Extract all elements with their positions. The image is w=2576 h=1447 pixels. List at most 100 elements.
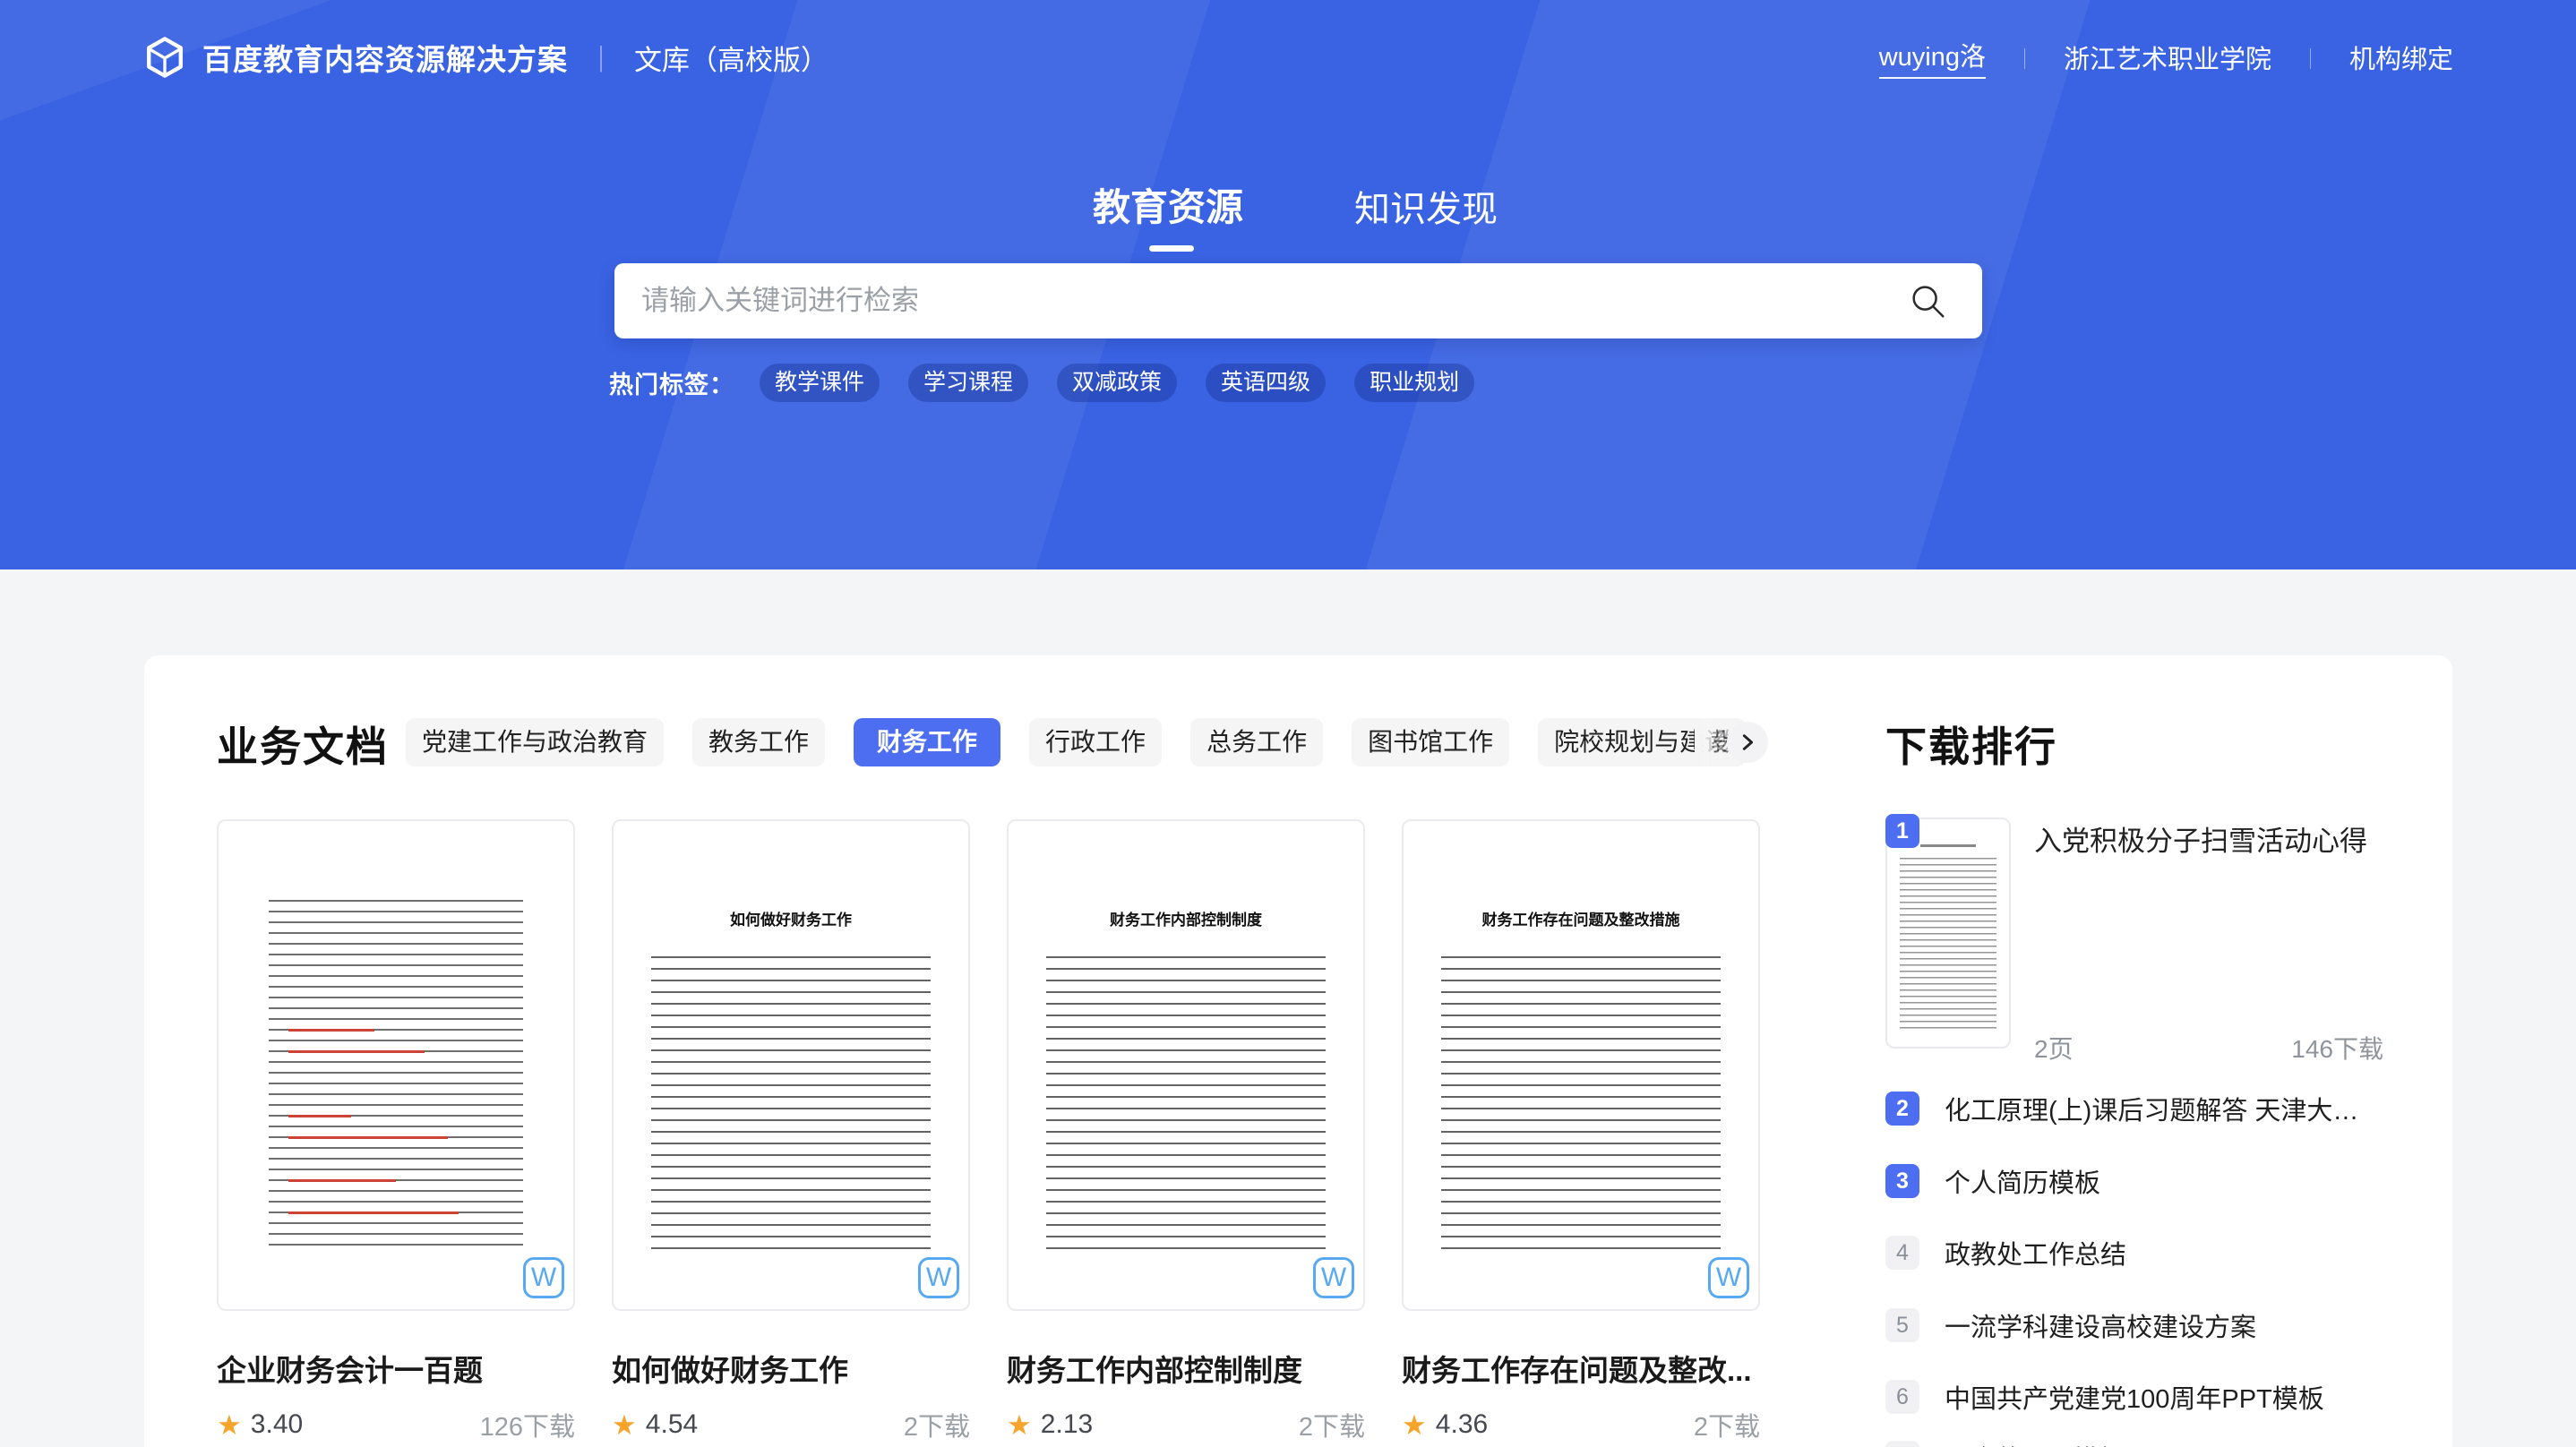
hot-tag[interactable]: 教学课件: [760, 364, 880, 402]
org-link[interactable]: 浙江艺术职业学院: [2064, 39, 2271, 76]
chevron-right-icon: [1738, 732, 1757, 752]
category-tab-library[interactable]: 图书馆工作: [1352, 718, 1509, 766]
header-left: 百度教育内容资源解决方案 ｜ 文库（高校版）: [143, 32, 829, 82]
rank-badge-4: 4: [1885, 1236, 1919, 1270]
doc-downloads: 2下载: [1694, 1406, 1760, 1443]
rank-row[interactable]: 6 中国共产党建党100周年PPT模板: [1885, 1379, 2383, 1415]
rank-item-title: 个人简历模板: [1945, 1162, 2100, 1200]
active-tab-indicator: [1149, 245, 1194, 252]
doc-downloads: 126下载: [480, 1406, 575, 1443]
rank-item-title: 最全的PPT模板: [1945, 1439, 2125, 1447]
doc-thumbnail[interactable]: 财务工作存在问题及整改措施 W: [1402, 819, 1760, 1311]
hot-tag[interactable]: 职业规划: [1354, 364, 1474, 402]
rank-row[interactable]: 4 政教处工作总结: [1885, 1235, 2383, 1271]
hot-tag[interactable]: 英语四级: [1206, 364, 1326, 402]
doc-thumbnail[interactable]: 财务工作内部控制制度 W: [1007, 819, 1365, 1311]
hot-tag[interactable]: 学习课程: [908, 364, 1028, 402]
doc-title[interactable]: 财务工作内部控制制度: [1007, 1347, 1365, 1390]
doc-meta: ★ 4.36 2下载: [1402, 1406, 1760, 1443]
org-bind-link[interactable]: 机构绑定: [2349, 39, 2453, 76]
tab-knowledge-discovery[interactable]: 知识发现: [1354, 180, 1498, 232]
doc-thumbnail[interactable]: W: [217, 819, 575, 1311]
rank-badge-6: 6: [1885, 1380, 1919, 1414]
doc-downloads: 2下载: [1299, 1406, 1365, 1443]
rank-row[interactable]: 3 个人简历模板: [1885, 1163, 2383, 1199]
doc-meta: ★ 4.54 2下载: [612, 1406, 970, 1443]
doc-rating: 4.36: [1436, 1409, 1488, 1440]
section-title-download-ranking: 下载排行: [1885, 715, 2057, 774]
page: { "header": { "brand": "百度教育内容资源解决方案", "…: [0, 0, 2576, 1447]
username-link[interactable]: wuying洛: [1879, 36, 1986, 79]
doc-preview-text: [651, 956, 931, 1252]
category-tab-academic-affairs[interactable]: 教务工作: [692, 718, 825, 766]
rank-row[interactable]: 7 最全的PPT模板: [1885, 1440, 2383, 1447]
rank-item-title: 政教处工作总结: [1945, 1234, 2126, 1271]
word-doc-badge: W: [918, 1257, 959, 1298]
rank-badge-7: 7: [1885, 1441, 1919, 1447]
doc-meta: ★ 3.40 126下载: [217, 1406, 575, 1443]
rank-item-title: 一流学科建设高校建设方案: [1945, 1306, 2256, 1344]
doc-preview-title: 如何做好财务工作: [614, 907, 968, 929]
document-cards-row: W 企业财务会计一百题 ★ 3.40 126下载 如何做好财务工作 W 如何做好…: [217, 819, 1760, 1443]
rank-1-title[interactable]: 入党积极分子扫雪活动心得: [2034, 818, 2392, 859]
category-tab-finance[interactable]: 财务工作: [854, 718, 1000, 766]
header-right: wuying洛 ｜ 浙江艺术职业学院 ｜ 机构绑定: [1879, 32, 2453, 82]
category-tab-administration[interactable]: 行政工作: [1029, 718, 1162, 766]
categories-scroll-right-button[interactable]: [1727, 722, 1768, 763]
doc-preview-text: [269, 900, 523, 1251]
rank-badge-3: 3: [1885, 1164, 1919, 1198]
header-divider: ｜: [588, 38, 614, 77]
brand-title: 百度教育内容资源解决方案: [202, 36, 568, 79]
brand-logo-icon: [143, 36, 186, 79]
doc-preview-title: 财务工作存在问题及整改措施: [1404, 907, 1758, 929]
doc-card: W 企业财务会计一百题 ★ 3.40 126下载: [217, 819, 575, 1443]
category-tab-general-affairs[interactable]: 总务工作: [1190, 718, 1323, 766]
rank-1-thumbnail[interactable]: [1885, 818, 2011, 1049]
tab-education-resources[interactable]: 教育资源: [1093, 177, 1243, 232]
rank-row[interactable]: 2 化工原理(上)课后习题解答 天津大学化...: [1885, 1091, 2383, 1126]
section-title-business-docs: 业务文档: [217, 715, 389, 774]
doc-thumbnail[interactable]: 如何做好财务工作 W: [612, 819, 970, 1311]
rank-item-title: 化工原理(上)课后习题解答 天津大学化...: [1945, 1090, 2383, 1127]
header-divider: ｜: [2300, 42, 2321, 73]
doc-preview-text: [1900, 858, 1996, 1033]
doc-rating: 3.40: [251, 1409, 303, 1440]
rank-item-title: 中国共产党建党100周年PPT模板: [1945, 1378, 2324, 1416]
hero-banner: 百度教育内容资源解决方案 ｜ 文库（高校版） wuying洛 ｜ 浙江艺术职业学…: [0, 0, 2576, 569]
doc-rating: 4.54: [646, 1409, 698, 1440]
word-doc-badge: W: [523, 1257, 564, 1298]
search-bar: [614, 263, 1982, 338]
hot-tags-row: 热门标签： 教学课件 学习课程 双减政策 英语四级 职业规划: [609, 364, 1503, 402]
doc-meta: ★ 2.13 2下载: [1007, 1406, 1365, 1443]
category-tabs: 党建工作与政治教育 教务工作 财务工作 行政工作 总务工作 图书馆工作 院校规划…: [406, 718, 1746, 766]
search-icon[interactable]: [1907, 280, 1948, 321]
doc-preview-title-line: [1920, 844, 1976, 847]
rank-badge-5: 5: [1885, 1308, 1919, 1342]
star-icon: ★: [612, 1411, 637, 1439]
doc-downloads: 2下载: [904, 1406, 970, 1443]
product-name: 文库（高校版）: [634, 38, 829, 78]
rank-row[interactable]: 5 一流学科建设高校建设方案: [1885, 1307, 2383, 1343]
doc-preview-text: [1441, 956, 1721, 1252]
doc-card: 财务工作存在问题及整改措施 W 财务工作存在问题及整改... ★ 4.36 2下…: [1402, 819, 1760, 1443]
category-tab-party-building[interactable]: 党建工作与政治教育: [406, 718, 664, 766]
doc-card: 如何做好财务工作 W 如何做好财务工作 ★ 4.54 2下载: [612, 819, 970, 1443]
doc-title[interactable]: 如何做好财务工作: [612, 1347, 970, 1390]
word-doc-badge: W: [1313, 1257, 1354, 1298]
hot-tag[interactable]: 双减政策: [1057, 364, 1177, 402]
doc-rating: 2.13: [1041, 1409, 1093, 1440]
doc-card: 财务工作内部控制制度 W 财务工作内部控制制度 ★ 2.13 2下载: [1007, 819, 1365, 1443]
doc-title[interactable]: 财务工作存在问题及整改...: [1402, 1347, 1760, 1390]
star-icon: ★: [1402, 1411, 1427, 1439]
doc-preview-text: [1046, 956, 1326, 1252]
hot-tags-label: 热门标签：: [609, 365, 734, 400]
rank-1-meta: 2页 146下载: [2034, 1030, 2383, 1066]
doc-title[interactable]: 企业财务会计一百题: [217, 1347, 575, 1390]
star-icon: ★: [1007, 1411, 1032, 1439]
rank-1-pages: 2页: [2034, 1030, 2074, 1066]
doc-preview-title: 财务工作内部控制制度: [1009, 907, 1363, 929]
search-input[interactable]: [641, 285, 1907, 317]
rank-badge-1: 1: [1885, 814, 1919, 848]
content-card: 业务文档 党建工作与政治教育 教务工作 财务工作 行政工作 总务工作 图书馆工作…: [144, 655, 2452, 1447]
word-doc-badge: W: [1708, 1257, 1749, 1298]
